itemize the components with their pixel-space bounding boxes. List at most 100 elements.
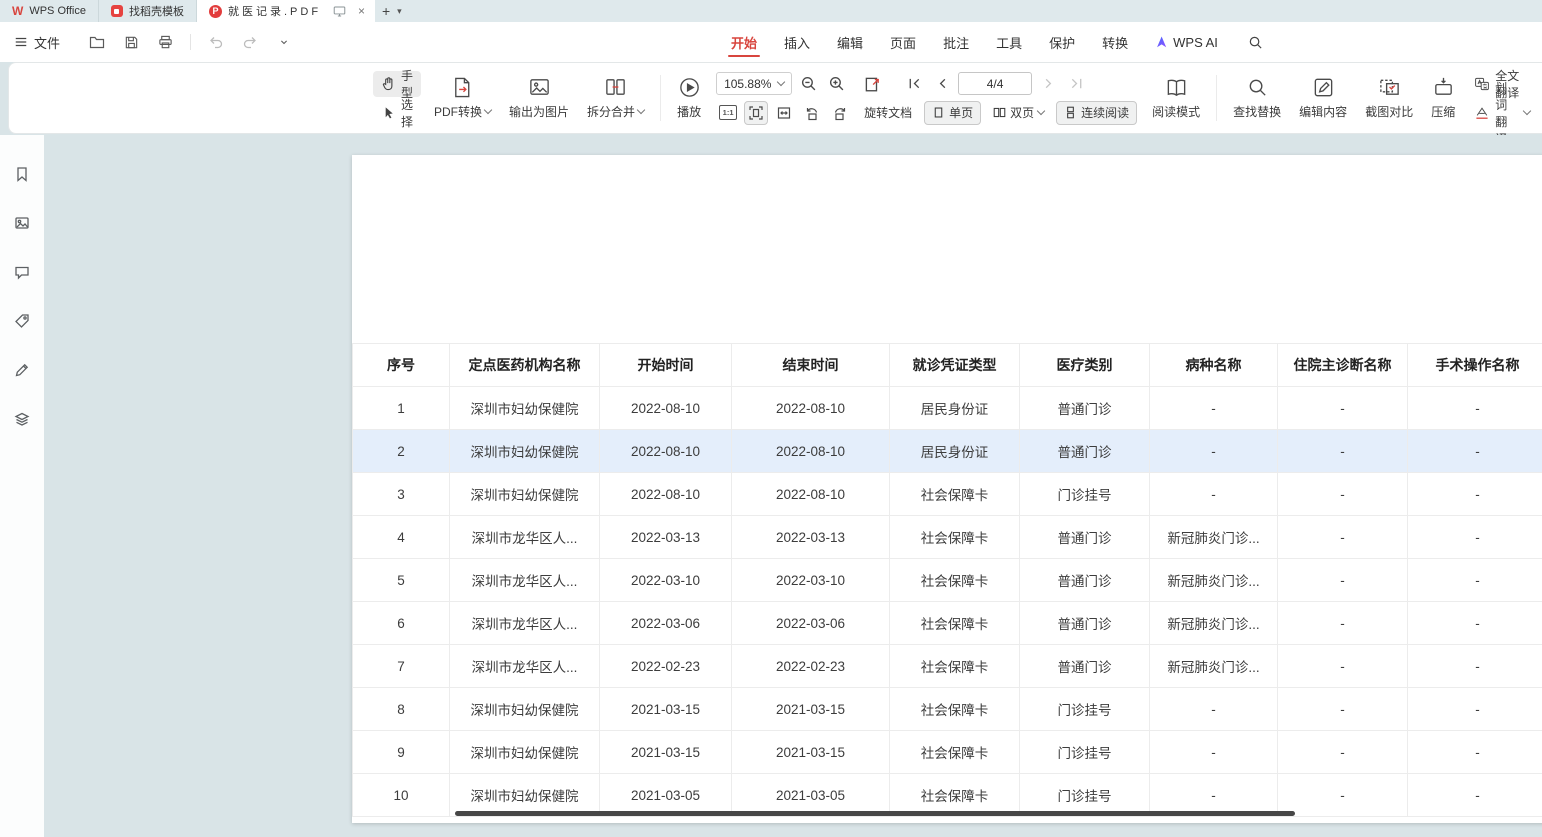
table-cell: 深圳市龙华区人... [450, 516, 600, 559]
rotate-right-icon[interactable] [828, 101, 852, 125]
cursor-icon [381, 105, 396, 120]
pdf-convert-button[interactable]: PDF转换 [434, 76, 491, 120]
select-tool-button[interactable]: 选择 [373, 100, 421, 126]
rotate-left-icon[interactable] [800, 101, 824, 125]
table-cell: - [1408, 731, 1542, 774]
chevron-down-icon [1523, 107, 1531, 115]
word-translate-button[interactable]: 划词翻译 [1466, 100, 1538, 126]
first-page-icon[interactable] [902, 72, 926, 96]
table-cell: 门诊挂号 [1020, 473, 1150, 516]
table-cell: - [1150, 473, 1278, 516]
tags-panel-icon[interactable] [9, 308, 35, 334]
page-number-input[interactable] [958, 72, 1032, 95]
tab-document-pdf[interactable]: P 就医记录.PDF × [197, 0, 375, 22]
compress-button[interactable]: 压缩 [1431, 76, 1455, 120]
tab-wps-office-label: WPS Office [29, 5, 86, 17]
comments-panel-icon[interactable] [9, 259, 35, 285]
search-icon[interactable] [1245, 31, 1267, 53]
fit-width-icon[interactable] [772, 101, 796, 125]
hand-tool-button[interactable]: 手型 [373, 71, 421, 97]
double-page-button[interactable]: 双页 [985, 101, 1052, 125]
fit-page-icon[interactable] [744, 101, 768, 125]
ribbon-tab-page[interactable]: 页面 [890, 22, 916, 62]
ribbon-tab-protect[interactable]: 保护 [1049, 22, 1075, 62]
table-cell: 2022-08-10 [600, 387, 732, 430]
play-button[interactable]: 播放 [677, 76, 701, 120]
table-cell: 新冠肺炎门诊... [1150, 645, 1278, 688]
thumbnails-panel-icon[interactable] [9, 210, 35, 236]
table-cell: 深圳市龙华区人... [450, 559, 600, 602]
open-folder-icon[interactable] [86, 31, 108, 53]
edit-content-button[interactable]: 编辑内容 [1299, 76, 1347, 120]
close-icon[interactable]: × [356, 4, 367, 18]
table-cell: 2022-03-13 [732, 516, 890, 559]
ribbon-tab-tools[interactable]: 工具 [996, 22, 1022, 62]
single-page-label: 单页 [949, 104, 973, 121]
chevron-down-icon[interactable] [273, 31, 295, 53]
zoom-level-combo[interactable]: 105.88% [716, 72, 792, 95]
page-extract-icon[interactable] [860, 72, 884, 96]
actual-size-icon[interactable]: 1:1 [716, 101, 740, 125]
ribbon-tabs: 开始 插入 编辑 页面 批注 工具 保护 转换 WPS AI [731, 22, 1267, 62]
table-cell: - [1408, 774, 1542, 817]
find-replace-button[interactable]: 查找替换 [1233, 76, 1281, 120]
undo-icon[interactable] [205, 31, 227, 53]
table-cell: 新冠肺炎门诊... [1150, 516, 1278, 559]
screenshot-compare-button[interactable]: 截图对比 [1365, 76, 1413, 120]
ribbon-tab-comment[interactable]: 批注 [943, 22, 969, 62]
previous-page-icon[interactable] [930, 72, 954, 96]
horizontal-scrollbar-thumb[interactable] [455, 811, 1295, 816]
table-cell: 2022-08-10 [600, 430, 732, 473]
ribbon-tab-edit[interactable]: 编辑 [837, 22, 863, 62]
table-cell: 深圳市妇幼保健院 [450, 731, 600, 774]
next-page-icon[interactable] [1036, 72, 1060, 96]
read-mode-label: 阅读模式 [1152, 103, 1200, 120]
bookmarks-panel-icon[interactable] [9, 161, 35, 187]
new-tab-button[interactable]: + [375, 0, 397, 22]
read-mode-button[interactable]: 阅读模式 [1152, 76, 1200, 120]
table-cell: 2022-08-10 [732, 387, 890, 430]
single-page-button[interactable]: 单页 [924, 101, 981, 125]
select-tool-label: 选择 [401, 96, 413, 130]
redo-icon[interactable] [239, 31, 261, 53]
single-page-icon [932, 106, 945, 119]
table-cell: 门诊挂号 [1020, 731, 1150, 774]
ribbon-tab-convert[interactable]: 转换 [1102, 22, 1128, 62]
export-image-button[interactable]: 输出为图片 [509, 76, 569, 120]
continuous-reading-button[interactable]: 连续阅读 [1056, 101, 1137, 125]
table-cell: 2022-03-06 [600, 602, 732, 645]
find-replace-label: 查找替换 [1233, 103, 1281, 120]
table-cell: 2021-03-15 [600, 688, 732, 731]
rotate-document-button[interactable]: 旋转文档 [856, 101, 920, 125]
table-cell: - [1150, 688, 1278, 731]
ribbon-tab-home[interactable]: 开始 [731, 22, 757, 62]
table-row: 9深圳市妇幼保健院2021-03-152021-03-15社会保障卡门诊挂号--… [353, 731, 1542, 774]
file-menu-button[interactable]: 文件 [14, 33, 60, 52]
column-header: 定点医药机构名称 [450, 344, 600, 387]
layers-panel-icon[interactable] [9, 406, 35, 432]
last-page-icon[interactable] [1064, 72, 1088, 96]
ribbon-tab-insert[interactable]: 插入 [784, 22, 810, 62]
table-cell: 普通门诊 [1020, 430, 1150, 473]
table-cell: 2021-03-15 [600, 731, 732, 774]
tab-list-chevron-icon[interactable]: ▾ [397, 0, 413, 22]
docer-icon [111, 5, 123, 17]
tab-docer-templates[interactable]: 找稻壳模板 [99, 0, 197, 22]
table-cell: 10 [353, 774, 450, 817]
print-icon[interactable] [154, 31, 176, 53]
table-cell: 普通门诊 [1020, 387, 1150, 430]
table-cell: 深圳市龙华区人... [450, 645, 600, 688]
table-cell: - [1408, 387, 1542, 430]
table-row: 2深圳市妇幼保健院2022-08-102022-08-10居民身份证普通门诊--… [353, 430, 1542, 473]
column-header: 结束时间 [732, 344, 890, 387]
wps-ai-button[interactable]: WPS AI [1155, 35, 1218, 50]
tab-wps-office[interactable]: W WPS Office [0, 0, 99, 22]
zoom-out-icon[interactable] [796, 72, 820, 96]
signature-panel-icon[interactable] [9, 357, 35, 383]
zoom-in-icon[interactable] [824, 72, 848, 96]
document-view-area[interactable]: 序号定点医药机构名称开始时间结束时间就诊凭证类型医疗类别病种名称住院主诊断名称手… [44, 135, 1542, 837]
split-merge-button[interactable]: 拆分合并 [587, 76, 644, 120]
monitor-icon[interactable] [333, 5, 346, 18]
save-icon[interactable] [120, 31, 142, 53]
medical-records-table: 序号定点医药机构名称开始时间结束时间就诊凭证类型医疗类别病种名称住院主诊断名称手… [352, 343, 1542, 817]
